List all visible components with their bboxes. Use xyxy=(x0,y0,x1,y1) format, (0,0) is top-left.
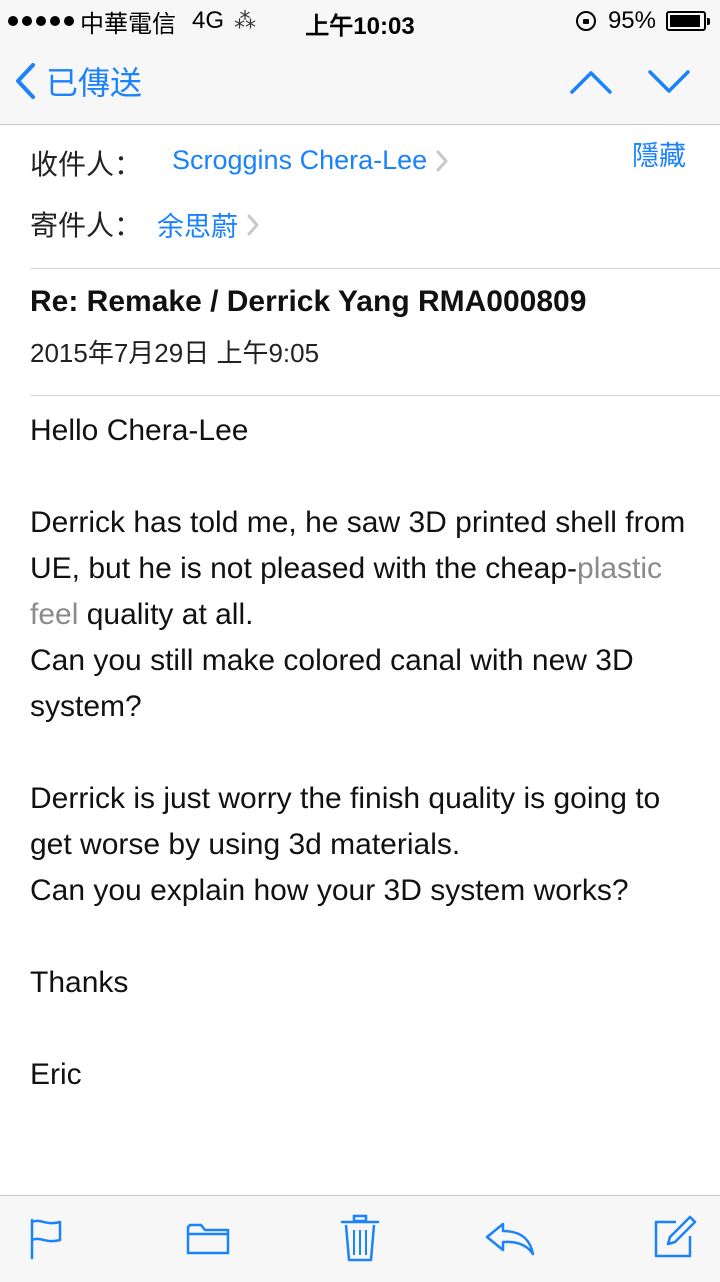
flag-button[interactable] xyxy=(16,1210,76,1266)
move-to-folder-button[interactable] xyxy=(178,1210,238,1266)
to-label: 收件人： xyxy=(30,149,143,180)
email-body: Hello Chera-Lee Derrick has told me, he … xyxy=(30,408,700,1098)
from-label: 寄件人： xyxy=(30,210,143,241)
back-button[interactable]: 已傳送 xyxy=(14,56,142,106)
status-bar: 中華電信 4G ⁂ 上午10:03 95% xyxy=(0,0,720,40)
compose-button[interactable] xyxy=(644,1210,704,1266)
status-right: 95% xyxy=(575,6,710,36)
email-subject: Re: Remake / Derrick Yang RMA000809 xyxy=(30,285,587,318)
closing: Thanks xyxy=(30,966,129,999)
greeting: Hello Chera-Lee xyxy=(30,414,249,447)
battery-fill xyxy=(670,15,701,27)
paragraph-1-question: Can you still make colored canal with ne… xyxy=(30,644,634,723)
chevron-left-icon xyxy=(16,63,35,99)
to-recipient[interactable]: Scroggins Chera-Lee xyxy=(172,145,449,176)
orientation-lock-icon xyxy=(575,11,596,31)
paragraph-2-question: Can you explain how your 3D system works… xyxy=(30,874,629,907)
chevron-right-icon xyxy=(436,150,448,171)
back-label: 已傳送 xyxy=(46,65,143,101)
hide-details-link[interactable]: 隱藏 xyxy=(632,134,686,173)
bottom-toolbar xyxy=(0,1195,720,1282)
battery-percent: 95% xyxy=(607,7,656,34)
paragraph-1-text-end: quality at all. xyxy=(78,598,254,631)
next-message-button[interactable] xyxy=(644,62,694,102)
navigation-bar: 已傳送 xyxy=(0,40,720,125)
subject-divider xyxy=(30,395,720,396)
delete-button[interactable] xyxy=(330,1210,390,1266)
chevron-up-icon xyxy=(570,71,612,94)
reply-icon xyxy=(485,1222,535,1256)
folder-icon xyxy=(186,1223,230,1255)
trash-icon xyxy=(340,1214,380,1262)
from-sender-name: 余思蔚 xyxy=(157,212,238,242)
signature: Eric xyxy=(30,1058,82,1091)
header-divider xyxy=(30,268,720,269)
reply-button[interactable] xyxy=(480,1210,540,1266)
flag-icon xyxy=(30,1218,62,1260)
paragraph-2: Derrick is just worry the finish quality… xyxy=(30,782,661,861)
chevron-down-icon xyxy=(648,70,690,93)
to-recipient-name: Scroggins Chera-Lee xyxy=(172,145,428,175)
email-date: 2015年7月29日 上午9:05 xyxy=(30,338,320,368)
chevron-right-icon xyxy=(247,214,259,235)
paragraph-1: Derrick has told me, he saw 3D printed s… xyxy=(30,500,700,638)
compose-icon xyxy=(654,1215,697,1258)
battery-icon xyxy=(666,11,710,31)
previous-message-button[interactable] xyxy=(566,62,616,102)
from-sender[interactable]: 余思蔚 xyxy=(157,205,260,244)
